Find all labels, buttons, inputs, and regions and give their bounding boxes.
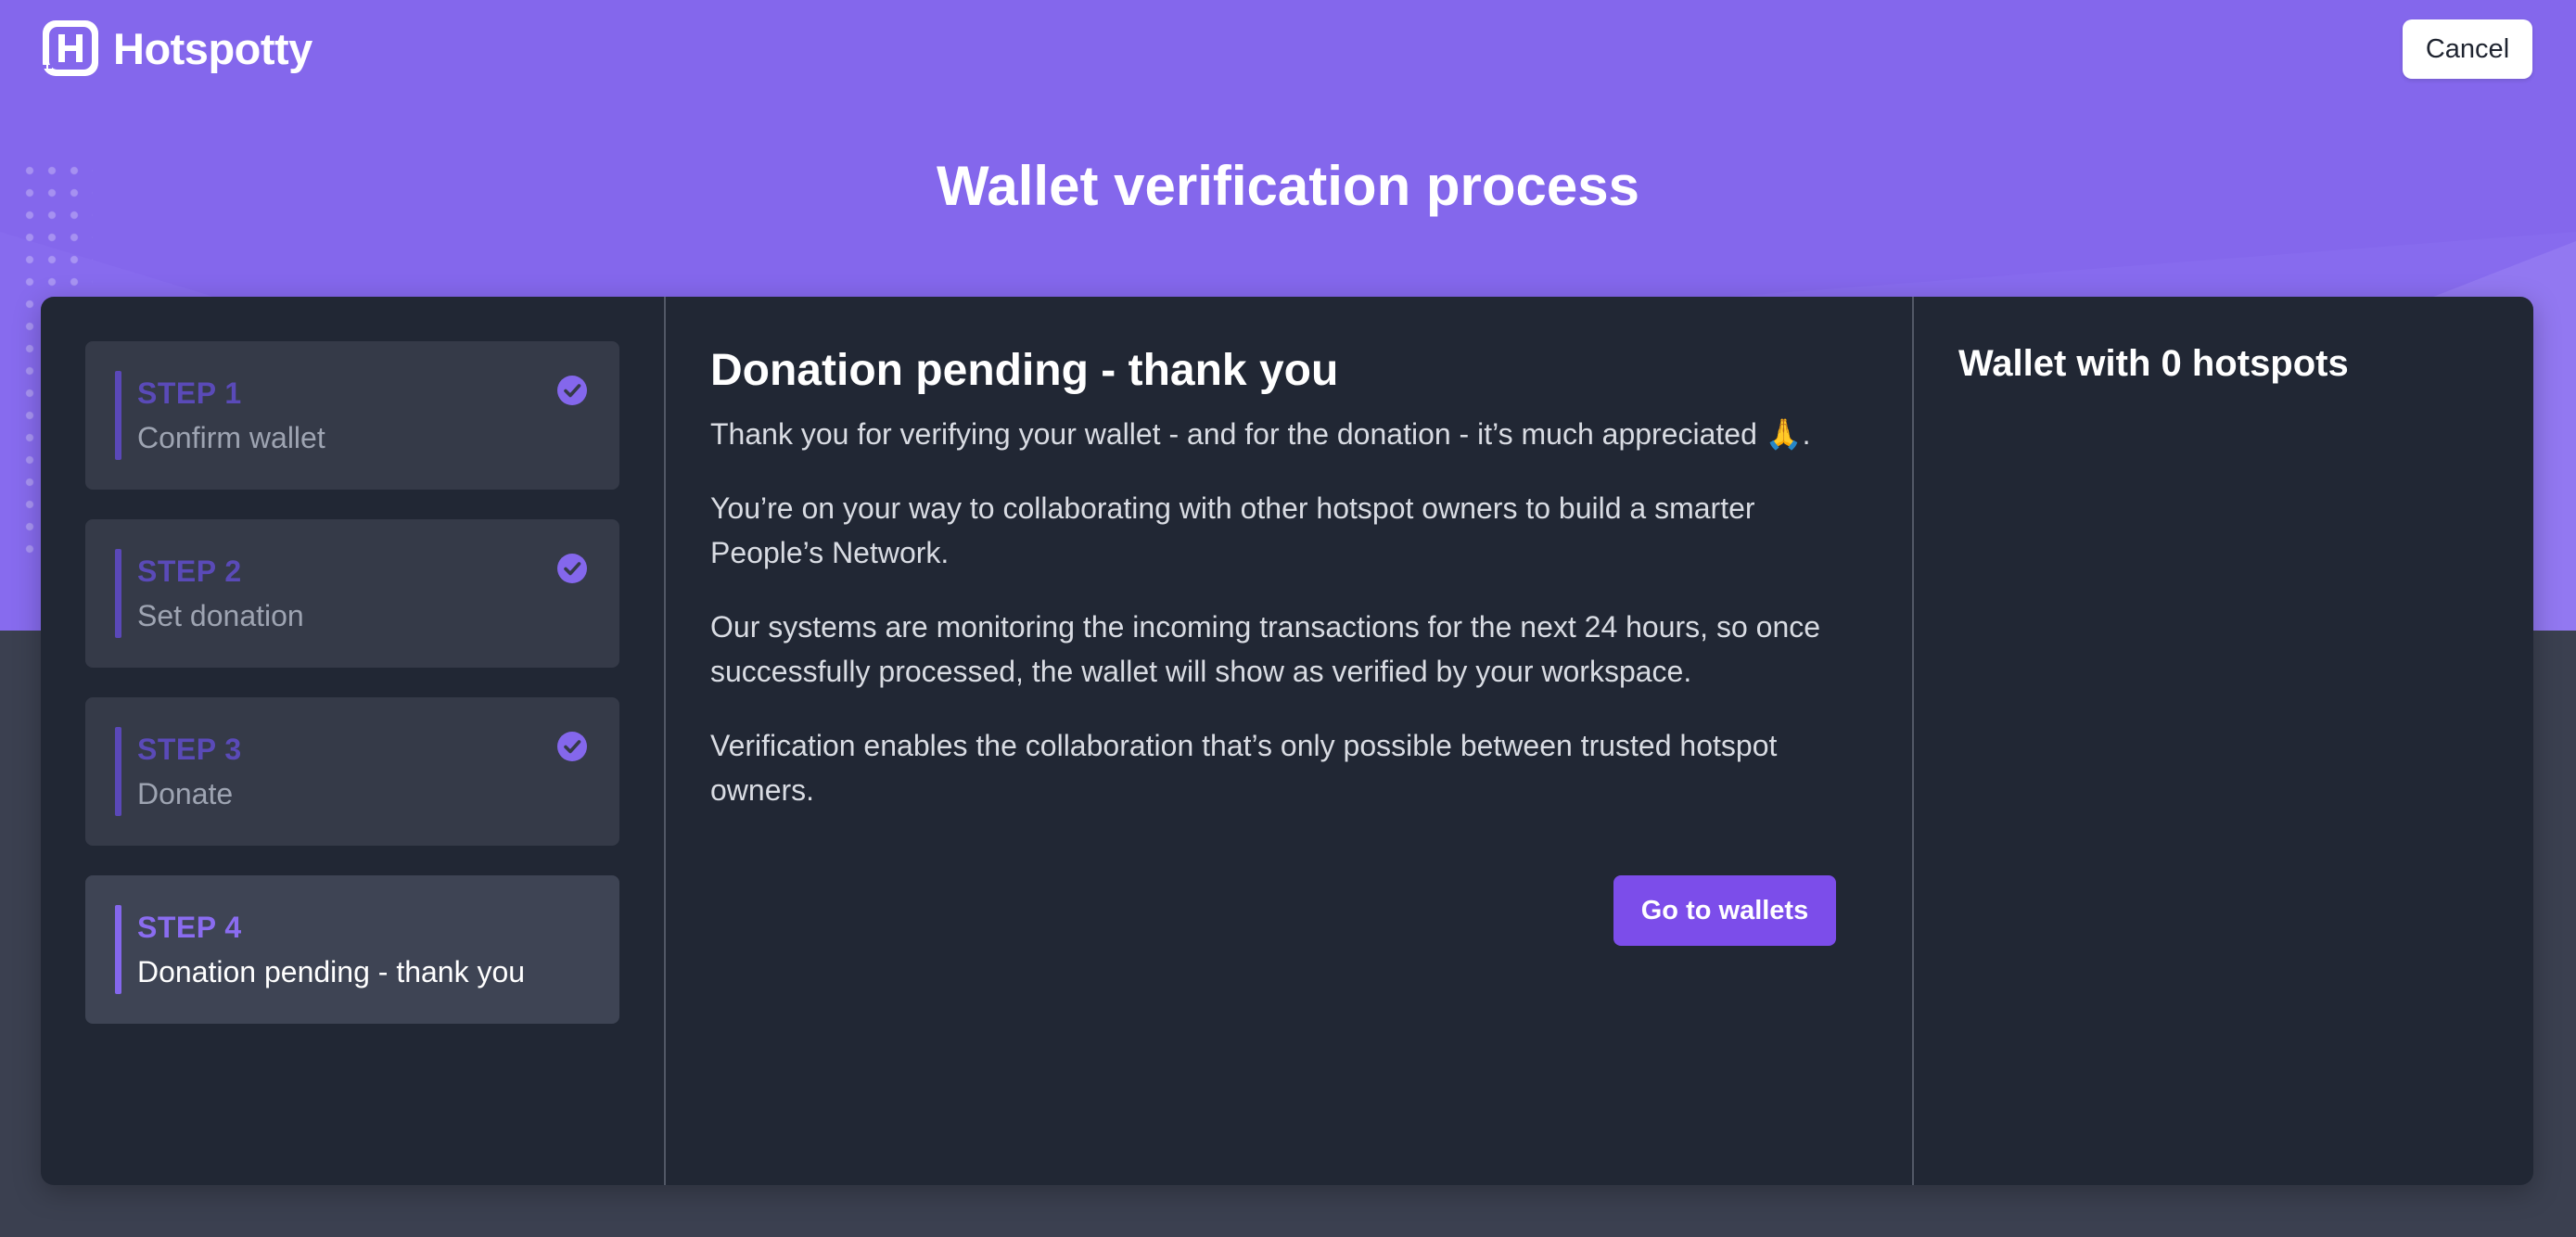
step-label: Set donation <box>137 599 304 632</box>
logo[interactable]: Hotspotty <box>41 19 312 78</box>
verification-card: STEP 1 Confirm wallet STEP 2 Set donatio… <box>41 297 2533 1185</box>
check-circle-icon <box>557 554 587 583</box>
steps-column: STEP 1 Confirm wallet STEP 2 Set donatio… <box>41 297 664 1185</box>
check-circle-icon <box>557 732 587 761</box>
step-number: STEP 3 <box>137 733 242 766</box>
step-item-1[interactable]: STEP 1 Confirm wallet <box>85 341 619 490</box>
wallet-summary-panel: Wallet with 0 hotspots <box>1914 297 2533 1185</box>
section-title: Donation pending - thank you <box>710 346 1339 395</box>
thanks-paragraph: Thank you for verifying your wallet - an… <box>710 417 1811 451</box>
step-label: Confirm wallet <box>137 421 325 454</box>
hotspotty-logo-icon <box>43 20 98 76</box>
step-number: STEP 1 <box>137 376 242 410</box>
step-item-2[interactable]: STEP 2 Set donation <box>85 519 619 668</box>
step-indicator-bar <box>115 549 121 638</box>
wallet-summary-title: Wallet with 0 hotspots <box>1958 343 2349 384</box>
step-item-3[interactable]: STEP 3 Donate <box>85 697 619 846</box>
collaboration-paragraph: You’re on your way to collaborating with… <box>710 491 1755 569</box>
main-content: Donation pending - thank you Thank you f… <box>666 297 1912 1185</box>
cancel-button[interactable]: Cancel <box>2403 19 2532 79</box>
go-to-wallets-button[interactable]: Go to wallets <box>1613 875 1836 946</box>
step-item-4-current[interactable]: STEP 4 Donation pending - thank you <box>85 875 619 1024</box>
step-number: STEP 2 <box>137 555 242 588</box>
step-indicator-bar <box>115 905 121 994</box>
step-indicator-bar <box>115 371 121 460</box>
step-indicator-bar <box>115 727 121 816</box>
step-label: Donation pending - thank you <box>137 955 526 988</box>
step-number: STEP 4 <box>137 911 242 944</box>
logo-text: Hotspotty <box>113 23 312 73</box>
step-label: Donate <box>137 777 234 810</box>
page-title: Wallet verification process <box>936 155 1640 217</box>
verification-paragraph: Verification enables the collaboration t… <box>710 729 1778 807</box>
monitoring-paragraph: Our systems are monitoring the incoming … <box>710 610 1821 688</box>
check-circle-icon <box>557 376 587 405</box>
